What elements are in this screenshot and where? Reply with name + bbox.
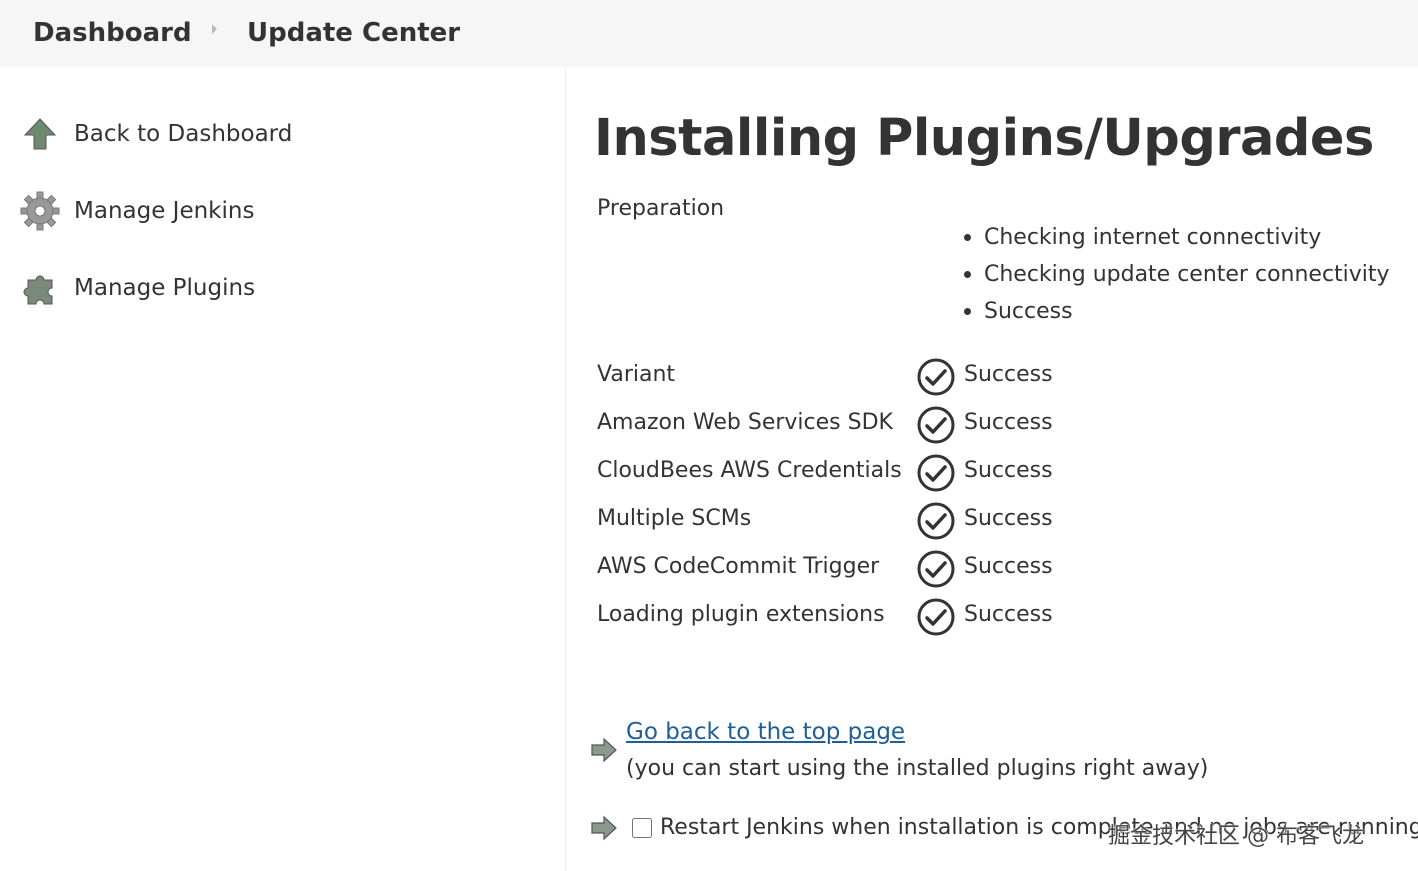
status-text: Success bbox=[964, 554, 1053, 579]
puzzle-icon bbox=[18, 266, 62, 310]
go-back-top-page-link[interactable]: Go back to the top page bbox=[626, 719, 905, 745]
bullet-icon bbox=[964, 234, 971, 241]
plugin-status-row: Variant Success bbox=[597, 354, 1397, 402]
go-back-note: (you can start using the installed plugi… bbox=[626, 756, 1209, 781]
plugin-status-row: Multiple SCMs Success bbox=[597, 498, 1397, 546]
page-title: Installing Plugins/Upgrades bbox=[594, 109, 1374, 168]
right-arrow-icon bbox=[591, 737, 617, 763]
plugin-status-row: AWS CodeCommit Trigger Success bbox=[597, 546, 1397, 594]
gear-icon bbox=[18, 189, 62, 233]
watermark: 掘金技术社区 @ 布客飞龙 bbox=[1108, 824, 1364, 849]
sidebar-item-label: Manage Plugins bbox=[74, 275, 256, 301]
sidebar-item-manage-plugins[interactable]: Manage Plugins bbox=[18, 264, 255, 312]
sidebar-item-back-to-dashboard[interactable]: Back to Dashboard bbox=[18, 110, 292, 158]
sidebar: Back to Dashboard Manage Jenkins Manage … bbox=[0, 67, 565, 871]
success-check-icon bbox=[917, 550, 955, 588]
sidebar-item-manage-jenkins[interactable]: Manage Jenkins bbox=[18, 187, 254, 235]
right-arrow-icon bbox=[591, 815, 617, 841]
restart-jenkins-checkbox[interactable] bbox=[632, 817, 652, 838]
breadcrumb-dashboard[interactable]: Dashboard bbox=[33, 18, 192, 48]
list-item: Checking update center connectivity bbox=[964, 256, 1390, 293]
bullet-icon bbox=[964, 308, 971, 315]
plugin-status-row: Amazon Web Services SDK Success bbox=[597, 402, 1397, 450]
breadcrumb-update-center[interactable]: Update Center bbox=[247, 18, 460, 48]
sidebar-item-label: Manage Jenkins bbox=[74, 198, 255, 224]
list-item: Success bbox=[964, 293, 1390, 330]
bullet-icon bbox=[964, 271, 971, 278]
status-text: Success bbox=[964, 410, 1053, 435]
success-check-icon bbox=[917, 358, 955, 396]
sidebar-divider bbox=[565, 67, 566, 871]
success-check-icon bbox=[917, 406, 955, 444]
list-item: Checking internet connectivity bbox=[964, 219, 1390, 256]
status-text: Success bbox=[964, 458, 1053, 483]
success-check-icon bbox=[917, 454, 955, 492]
plugin-name: CloudBees AWS Credentials bbox=[597, 458, 902, 483]
success-check-icon bbox=[917, 598, 955, 636]
plugin-name: Variant bbox=[597, 362, 676, 387]
plugin-name: Amazon Web Services SDK bbox=[597, 410, 893, 435]
preparation-steps: Checking internet connectivity Checking … bbox=[964, 219, 1390, 330]
status-text: Success bbox=[964, 362, 1053, 387]
plugin-name: Multiple SCMs bbox=[597, 506, 752, 531]
plugin-status-row: Loading plugin extensions Success bbox=[597, 594, 1397, 642]
sidebar-item-label: Back to Dashboard bbox=[74, 121, 293, 147]
preparation-label: Preparation bbox=[597, 196, 725, 221]
status-text: Success bbox=[964, 602, 1053, 627]
plugin-status-row: CloudBees AWS Credentials Success bbox=[597, 450, 1397, 498]
success-check-icon bbox=[917, 502, 955, 540]
breadcrumb-bar: Dashboard Update Center bbox=[0, 0, 1418, 67]
status-text: Success bbox=[964, 506, 1053, 531]
plugin-name: AWS CodeCommit Trigger bbox=[597, 554, 880, 579]
plugin-name: Loading plugin extensions bbox=[597, 602, 885, 627]
up-arrow-icon bbox=[18, 112, 62, 156]
breadcrumb-separator-icon bbox=[212, 24, 217, 34]
